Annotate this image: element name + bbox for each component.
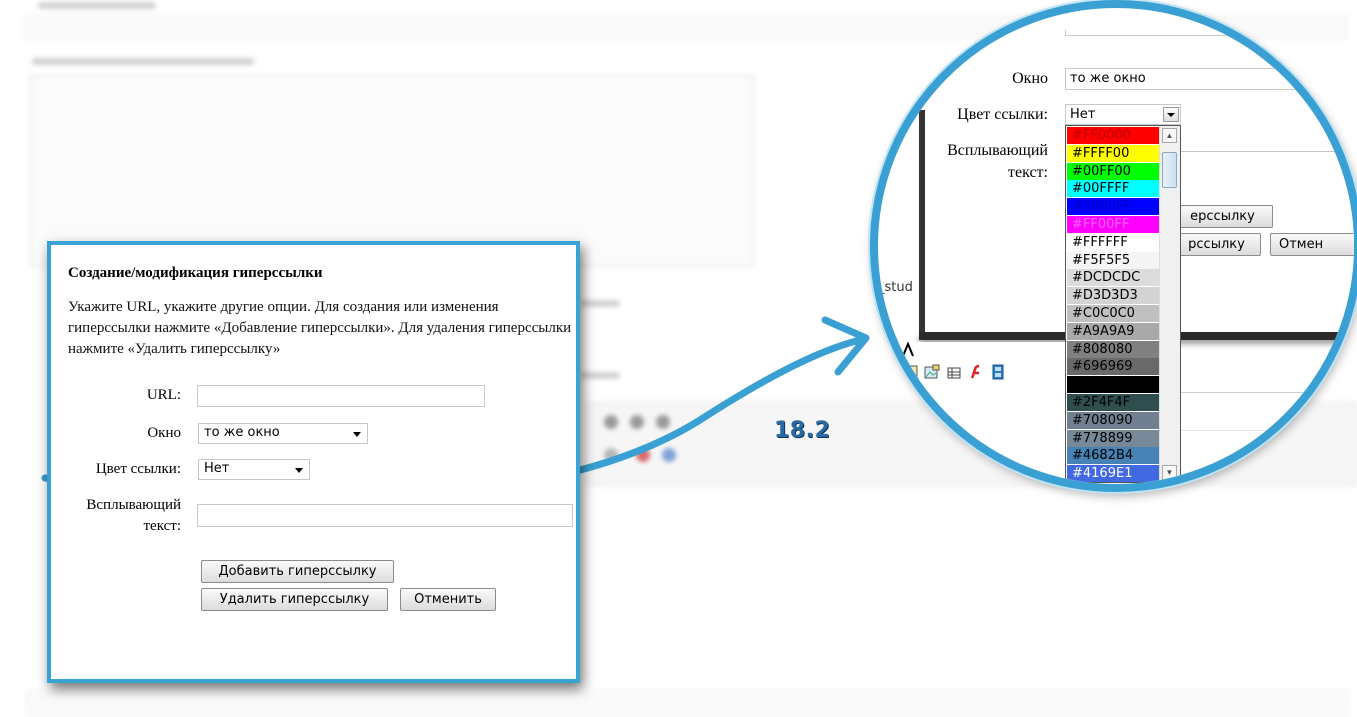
image-edit-icon[interactable] (924, 364, 940, 380)
color-option[interactable]: #696969 (1067, 358, 1159, 376)
color-option[interactable]: #2F4F4F (1067, 394, 1159, 411)
zoom-path-fragment: e_stud (870, 280, 913, 295)
color-option[interactable]: #808080 (1067, 340, 1159, 358)
zoom-color-select-value: Нет (1070, 107, 1096, 122)
color-option[interactable]: #C0C0C0 (1067, 305, 1159, 322)
pencil-icon[interactable] (880, 342, 896, 358)
zoom-tooltip-label-line2: текст: (1007, 164, 1048, 181)
zoom-tooltip-label-line1: Всплывающий (947, 142, 1048, 159)
window-select[interactable]: то же окно (198, 423, 368, 444)
color-option[interactable]: #00FFFF (1067, 180, 1159, 198)
zoom-window-label: Окно (1012, 70, 1048, 87)
color-option[interactable]: #FF00FF (1067, 216, 1159, 233)
dialog-title: Создание/модификация гиперссылки (68, 265, 323, 281)
zoom-url-input-edge (1065, 30, 1354, 36)
zoom-window-select[interactable]: то же окно (1065, 68, 1354, 90)
window-select-value: то же окно (204, 425, 280, 440)
zoom-divider (1181, 392, 1354, 393)
scroll-down-icon[interactable]: ▼ (1162, 465, 1177, 480)
color-select-value: Нет (204, 461, 230, 476)
scroll-up-icon[interactable]: ▲ (1162, 128, 1177, 143)
zoom-divider (1181, 430, 1354, 431)
color-option[interactable]: #0000FF (1067, 198, 1159, 216)
tooltip-label: Всплывающий текст: (53, 495, 181, 537)
url-input[interactable] (197, 385, 485, 407)
hyperlink-dialog: Создание/модификация гиперссылки Укажите… (47, 241, 580, 683)
zoom-tooltip-input-edge (1181, 146, 1354, 152)
color-option[interactable]: #FFFFFF (1067, 233, 1159, 251)
color-option[interactable]: #778899 (1067, 429, 1159, 447)
window-label: Окно (147, 425, 181, 441)
color-option[interactable]: #D3D3D3 (1067, 287, 1159, 305)
color-option[interactable]: #4169E1 (1067, 465, 1159, 483)
dropdown-scrollbar[interactable]: ▲ ▼ (1159, 126, 1180, 482)
zoom-delete-hyperlink-button[interactable]: рссылку (1173, 233, 1261, 256)
text-color-icon[interactable] (900, 342, 916, 358)
chevron-down-icon (353, 432, 361, 437)
chevron-down-icon[interactable] (1163, 107, 1179, 122)
media-icon[interactable] (990, 364, 1006, 380)
zoom-cancel-button[interactable]: Отмен (1270, 233, 1354, 256)
tooltip-label-line1: Всплывающий (86, 497, 181, 513)
color-option[interactable]: #00FF00 (1067, 162, 1159, 180)
zoom-tooltip-label: Всплывающий текст: (920, 140, 1048, 184)
cancel-button[interactable]: Отменить (400, 588, 496, 611)
color-dropdown-list[interactable]: #FF0000 #FFFF00 #00FF00 #00FFFF #0000FF #FF00… (1065, 125, 1181, 483)
color-option[interactable]: #4682B4 (1067, 447, 1159, 465)
color-option[interactable]: #FFFF00 (1067, 144, 1159, 162)
color-option[interactable] (1067, 376, 1159, 394)
color-option[interactable]: #FF0000 (1067, 127, 1159, 144)
magnifier-zoom: Окно то же окно Цвет ссылки: Нет Всплыва… (870, 0, 1357, 492)
table-icon[interactable] (946, 364, 962, 380)
anchor-icon[interactable] (880, 364, 896, 380)
color-option[interactable]: #DCDCDC (1067, 269, 1159, 287)
zoom-add-hyperlink-button[interactable]: ерссылку (1173, 205, 1273, 228)
color-label: Цвет ссылки: (95, 461, 181, 477)
zoom-toolbar (878, 342, 1070, 392)
zoom-color-select[interactable]: Нет (1065, 104, 1181, 125)
zoom-color-label: Цвет ссылки: (957, 106, 1048, 123)
color-option[interactable]: #A9A9A9 (1067, 322, 1159, 340)
color-option[interactable]: #708090 (1067, 411, 1159, 429)
callout-label: 18.2 (774, 418, 831, 443)
color-option[interactable]: #F5F5F5 (1067, 251, 1159, 269)
dialog-description: Укажите URL, укажите другие опции. Для с… (68, 299, 572, 357)
color-select[interactable]: Нет (198, 459, 310, 480)
add-hyperlink-button[interactable]: Добавить гиперссылку (201, 560, 394, 583)
chevron-down-icon (295, 468, 303, 473)
zoom-window-select-value: то же окно (1070, 71, 1146, 86)
delete-hyperlink-button[interactable]: Удалить гиперссылку (201, 588, 388, 611)
flash-icon[interactable] (968, 364, 984, 380)
tooltip-input[interactable] (197, 504, 573, 527)
scroll-thumb[interactable] (1162, 152, 1177, 188)
url-label: URL: (146, 387, 181, 403)
image-icon[interactable] (902, 364, 918, 380)
tooltip-label-line2: текст: (143, 518, 181, 534)
